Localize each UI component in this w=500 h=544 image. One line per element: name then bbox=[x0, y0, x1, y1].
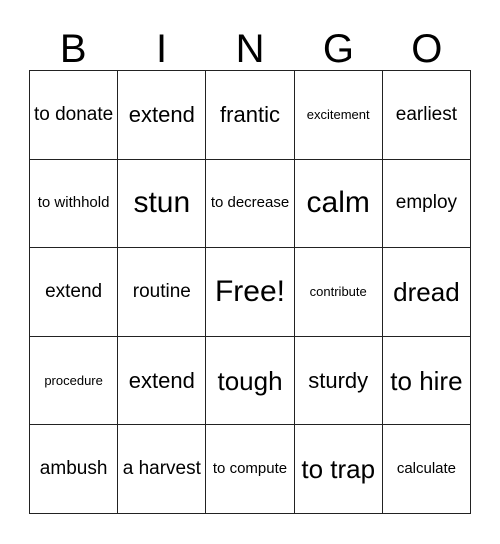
header-letter-o: O bbox=[411, 27, 443, 71]
bingo-cell[interactable]: sturdy bbox=[294, 336, 383, 426]
bingo-cell-label: ambush bbox=[39, 457, 108, 479]
bingo-cell-label: stun bbox=[133, 186, 191, 220]
bingo-cell-label: sturdy bbox=[308, 367, 369, 393]
bingo-cell[interactable]: calm bbox=[294, 159, 383, 249]
header-letter-i: I bbox=[156, 27, 168, 71]
bingo-cell[interactable]: to trap bbox=[294, 425, 383, 514]
bingo-cell-label: extend bbox=[128, 367, 195, 393]
bingo-cell[interactable]: tough bbox=[206, 336, 295, 426]
bingo-cell[interactable]: to hire bbox=[382, 336, 472, 426]
bingo-cell[interactable]: ambush bbox=[30, 425, 119, 514]
bingo-cell-label: calm bbox=[306, 186, 370, 220]
bingo-cell-label: procedure bbox=[44, 372, 103, 388]
bingo-cell[interactable]: employ bbox=[382, 159, 472, 249]
bingo-cell-free[interactable]: Free! bbox=[206, 248, 295, 337]
bingo-cell-label: to decrease bbox=[210, 194, 290, 212]
bingo-cell-label: earliest bbox=[395, 103, 458, 125]
bingo-cell[interactable]: dread bbox=[382, 248, 472, 337]
bingo-cell-label: dread bbox=[393, 276, 460, 307]
bingo-header: B I N G O bbox=[29, 12, 471, 70]
bingo-row: procedure extend tough sturdy to hire bbox=[30, 336, 472, 426]
bingo-card: B I N G O to donate extend frantic excit… bbox=[29, 12, 472, 514]
bingo-grid: to donate extend frantic excitement earl… bbox=[29, 70, 472, 514]
bingo-cell-label: to hire bbox=[390, 365, 463, 396]
bingo-cell[interactable]: to donate bbox=[30, 71, 119, 160]
bingo-row: extend routine Free! contribute dread bbox=[30, 248, 472, 337]
bingo-cell[interactable]: extend bbox=[30, 248, 119, 337]
bingo-cell[interactable]: to decrease bbox=[206, 159, 295, 249]
bingo-cell[interactable]: earliest bbox=[382, 71, 472, 160]
bingo-row: ambush a harvest to compute to trap calc… bbox=[30, 425, 472, 514]
bingo-cell-label: frantic bbox=[220, 101, 280, 127]
bingo-cell[interactable]: extend bbox=[118, 336, 207, 426]
bingo-cell-label: to trap bbox=[301, 454, 376, 485]
header-letter-g: G bbox=[322, 27, 354, 71]
bingo-cell-label: to donate bbox=[33, 103, 114, 125]
bingo-cell[interactable]: to compute bbox=[206, 425, 295, 514]
bingo-cell-label: contribute bbox=[309, 283, 367, 299]
bingo-cell-label: a harvest bbox=[122, 457, 201, 479]
bingo-cell[interactable]: stun bbox=[118, 159, 207, 249]
bingo-cell-label: extend bbox=[45, 280, 103, 302]
header-letter-b: B bbox=[59, 27, 87, 71]
bingo-cell[interactable]: contribute bbox=[294, 248, 383, 337]
bingo-cell-label: employ bbox=[395, 192, 458, 214]
bingo-cell-label: Free! bbox=[214, 274, 286, 308]
bingo-row: to withhold stun to decrease calm employ bbox=[30, 159, 472, 249]
bingo-cell-label: excitement bbox=[306, 106, 370, 122]
bingo-cell[interactable]: calculate bbox=[382, 425, 472, 514]
bingo-cell-label: tough bbox=[217, 365, 283, 396]
bingo-cell-label: extend bbox=[128, 101, 195, 127]
bingo-row: to donate extend frantic excitement earl… bbox=[30, 71, 472, 160]
bingo-cell[interactable]: to withhold bbox=[30, 159, 119, 249]
bingo-cell-label: to compute bbox=[212, 460, 288, 478]
bingo-cell-label: to withhold bbox=[37, 194, 110, 212]
bingo-cell[interactable]: frantic bbox=[206, 71, 295, 160]
bingo-cell[interactable]: excitement bbox=[294, 71, 383, 160]
bingo-cell[interactable]: extend bbox=[118, 71, 207, 160]
bingo-cell[interactable]: procedure bbox=[30, 336, 119, 426]
header-letter-n: N bbox=[235, 27, 265, 71]
bingo-cell[interactable]: a harvest bbox=[118, 425, 207, 514]
bingo-cell-label: routine bbox=[132, 280, 191, 302]
bingo-cell[interactable]: routine bbox=[118, 248, 207, 337]
bingo-cell-label: calculate bbox=[396, 460, 457, 478]
